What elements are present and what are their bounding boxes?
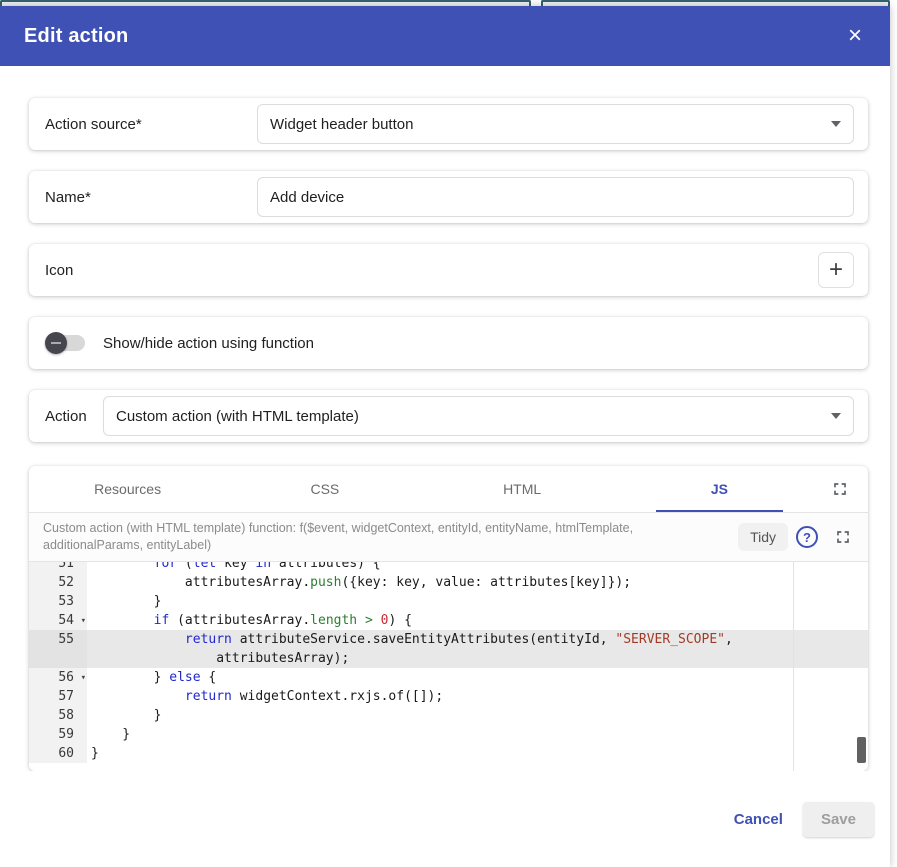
action-source-value: Widget header button [270, 116, 413, 133]
action-type-label: Action [41, 408, 103, 425]
name-input-box [257, 177, 854, 217]
add-icon-button[interactable]: + [818, 252, 854, 288]
action-type-select[interactable]: Custom action (with HTML template) [103, 396, 854, 436]
code-text: } else { [87, 668, 868, 687]
code-text: } [87, 706, 868, 725]
action-type-card: Action Custom action (with HTML template… [29, 390, 868, 442]
action-source-card: Action source* Widget header button [29, 98, 868, 150]
vertical-scrollbar[interactable] [857, 737, 866, 763]
edit-action-dialog: Edit action × Action source* Widget head… [0, 6, 890, 867]
show-hide-function-toggle[interactable] [45, 333, 85, 353]
line-number [29, 649, 87, 668]
visibility-toggle-label: Show/hide action using function [103, 335, 314, 352]
dialog-footer: Cancel Save [0, 771, 890, 867]
tab-js[interactable]: JS [621, 466, 818, 512]
fullscreen-icon-glyph [833, 527, 853, 547]
visibility-toggle-card: Show/hide action using function [29, 317, 868, 369]
code-line: attributesArray); [29, 649, 868, 668]
code-line: 55 return attributeService.saveEntityAtt… [29, 630, 868, 649]
code-line: 52 attributesArray.push({key: key, value… [29, 573, 868, 592]
name-input[interactable] [270, 189, 841, 206]
function-signature: Custom action (with HTML template) funct… [43, 520, 738, 554]
line-number: 53 [29, 592, 87, 611]
dialog-body: Action source* Widget header button Name… [0, 66, 890, 771]
editor-fullscreen-icon[interactable] [828, 527, 858, 547]
fullscreen-icon[interactable] [818, 466, 862, 512]
dialog-header: Edit action × [0, 6, 890, 66]
line-number: 55 [29, 630, 87, 649]
tab-html[interactable]: HTML [424, 466, 621, 512]
code-line: 60} [29, 744, 868, 763]
code-text: return widgetContext.rxjs.of([]); [87, 687, 868, 706]
function-signature-line1: Custom action (with HTML template) funct… [43, 520, 738, 537]
dialog-title: Edit action [24, 25, 128, 48]
code-editor[interactable]: 51 for (let key in attributes) {52 attri… [29, 562, 868, 771]
tab-resources[interactable]: Resources [29, 466, 226, 512]
action-type-value: Custom action (with HTML template) [116, 408, 359, 425]
fold-icon[interactable]: ▾ [81, 669, 86, 688]
chevron-down-icon [831, 413, 841, 419]
custom-action-editor-card: ResourcesCSSHTMLJS Custom action (with H… [29, 466, 868, 771]
code-lines: 51 for (let key in attributes) {52 attri… [29, 562, 868, 763]
code-text: } [87, 592, 868, 611]
code-line: 54▾ if (attributesArray.length > 0) { [29, 611, 868, 630]
code-text: attributesArray.push({key: key, value: a… [87, 573, 868, 592]
tidy-button[interactable]: Tidy [738, 523, 788, 551]
fold-icon[interactable]: ▾ [81, 612, 86, 631]
line-number: 51 [29, 562, 87, 573]
fullscreen-icon-glyph [830, 479, 850, 499]
editor-tabs: ResourcesCSSHTMLJS [29, 466, 868, 513]
line-number: 58 [29, 706, 87, 725]
screen: Edit action × Action source* Widget head… [0, 0, 897, 867]
code-line: 57 return widgetContext.rxjs.of([]); [29, 687, 868, 706]
code-line: 53 } [29, 592, 868, 611]
line-number: 52 [29, 573, 87, 592]
code-text: } [87, 725, 868, 744]
function-signature-line2: additionalParams, entityLabel) [43, 537, 738, 554]
help-icon[interactable]: ? [796, 526, 818, 548]
line-number: 60 [29, 744, 87, 763]
line-number: 57 [29, 687, 87, 706]
close-icon[interactable]: × [844, 22, 866, 50]
toggle-thumb-icon [45, 332, 67, 354]
code-text: return attributeService.saveEntityAttrib… [87, 630, 868, 649]
line-number: 54▾ [29, 611, 87, 630]
function-signature-row: Custom action (with HTML template) funct… [29, 513, 868, 562]
chevron-down-icon [831, 121, 841, 127]
name-card: Name* [29, 171, 868, 223]
tab-css[interactable]: CSS [226, 466, 423, 512]
code-line: 56▾ } else { [29, 668, 868, 687]
code-text: } [87, 744, 868, 763]
name-label: Name* [41, 189, 257, 206]
tabs-list: ResourcesCSSHTMLJS [29, 466, 818, 512]
code-text: if (attributesArray.length > 0) { [87, 611, 868, 630]
code-line: 59 } [29, 725, 868, 744]
cancel-button[interactable]: Cancel [722, 803, 795, 836]
code-text: for (let key in attributes) { [87, 562, 868, 573]
line-number: 59 [29, 725, 87, 744]
action-source-label: Action source* [41, 116, 257, 133]
code-line: 51 for (let key in attributes) { [29, 562, 868, 573]
code-text: attributesArray); [87, 649, 868, 668]
icon-label: Icon [41, 262, 257, 279]
code-line: 58 } [29, 706, 868, 725]
action-source-select[interactable]: Widget header button [257, 104, 854, 144]
save-button[interactable]: Save [803, 802, 874, 837]
line-number: 56▾ [29, 668, 87, 687]
icon-card: Icon + [29, 244, 868, 296]
plus-icon: + [829, 258, 843, 282]
